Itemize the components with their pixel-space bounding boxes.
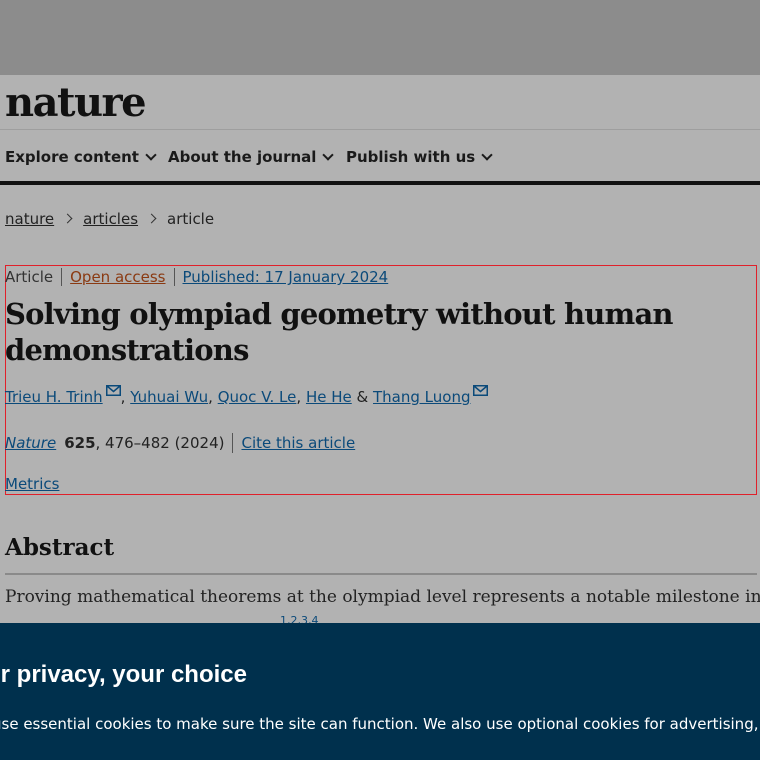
chevron-right-icon [62,213,73,224]
breadcrumb-current: article [167,210,215,228]
author-separator: , [120,388,126,406]
pages-year: , 476–482 (2024) [95,434,225,452]
article-title: Solving olympiad geometry without human … [5,297,674,367]
nav-item-label: About the journal [168,148,317,166]
chevron-down-icon [145,149,157,161]
author-link[interactable]: Trieu H. Trinh [5,388,103,406]
mail-icon[interactable] [105,385,121,396]
breadcrumb-nature[interactable]: nature [5,210,54,228]
author-and: & [356,388,369,406]
cookie-banner-text: use essential cookies to make sure the s… [0,715,760,733]
author-separator: , [296,388,302,406]
breadcrumb-articles[interactable]: articles [83,210,138,228]
chevron-down-icon [322,149,335,161]
author-link[interactable]: Quoc V. Le [218,388,297,406]
browser-top-strip [0,0,760,75]
nature-logo[interactable]: nature [5,79,147,127]
article-meta: Article Open access Published: 17 Januar… [5,266,388,288]
nav-about-journal[interactable]: About the journal [168,148,335,166]
cite-article-link[interactable]: Cite this article [241,434,355,452]
chevron-right-icon [146,213,157,224]
author-list: Trieu H. Trinh, Yuhuai Wu, Quoc V. Le, H… [5,385,489,406]
nav-item-label: Explore content [5,148,139,166]
divider [232,433,234,453]
mail-icon[interactable] [473,385,489,396]
open-access-link[interactable]: Open access [62,268,175,286]
abstract-divider [5,573,757,575]
cookie-banner: ur privacy, your choice use essential co… [0,623,760,760]
author-separator: , [208,388,213,406]
published-date-link[interactable]: Published: 17 January 2024 [175,268,389,286]
cookie-banner-title: ur privacy, your choice [0,661,247,688]
author-link[interactable]: He He [306,388,352,406]
nav-item-label: Publish with us [346,148,476,166]
chevron-down-icon [481,149,493,161]
author-link[interactable]: Yuhuai Wu [130,388,208,406]
author-link[interactable]: Thang Luong [373,388,470,406]
breadcrumb: nature articles article [5,210,214,228]
nav-explore-content[interactable]: Explore content [5,148,157,166]
metrics-link[interactable]: Metrics [5,475,59,493]
abstract-text: Proving mathematical theorems at the oly… [5,587,760,607]
nav-publish-with-us[interactable]: Publish with us [346,148,493,166]
abstract-heading: Abstract [5,534,115,561]
site-header: nature [0,75,760,130]
main-nav: Explore content About the journal Publis… [0,130,760,185]
volume: 625 [64,434,96,452]
citation-line: Nature 625 , 476–482 (2024) Cite this ar… [5,433,355,453]
journal-link[interactable]: Nature [5,434,56,452]
article-type: Article [5,268,63,286]
